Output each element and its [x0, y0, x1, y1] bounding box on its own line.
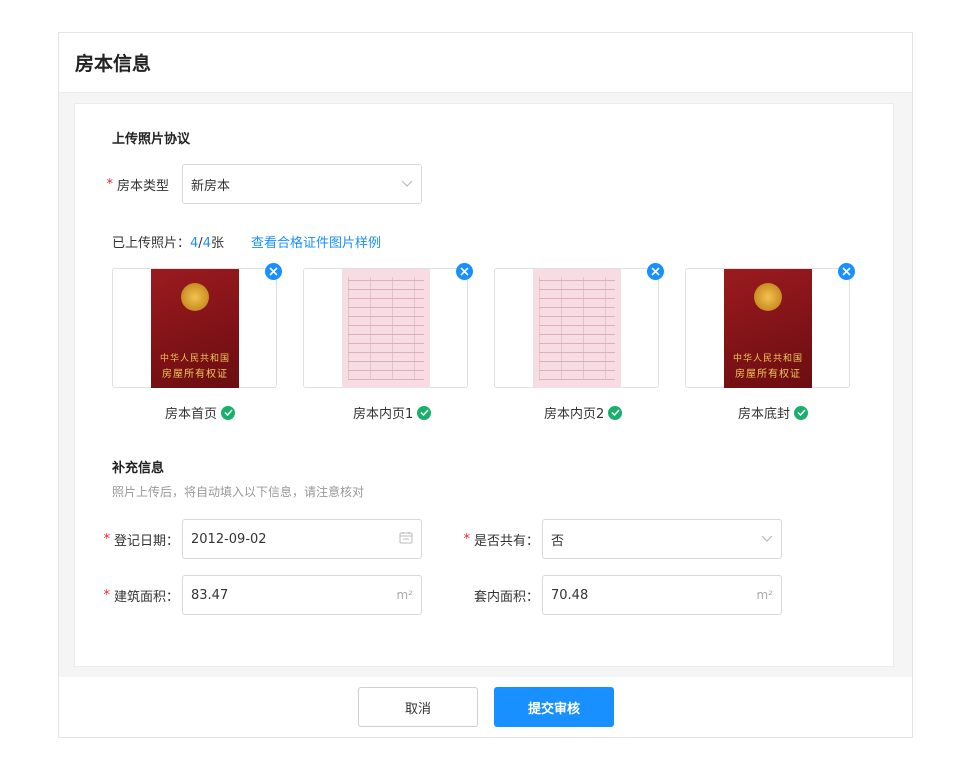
check-circle-icon — [417, 405, 432, 420]
emblem-icon — [181, 283, 209, 311]
cover-line1: 中华人民共和国 — [732, 354, 803, 364]
close-icon[interactable] — [265, 263, 282, 280]
inner-page-image — [533, 269, 621, 388]
caption-text: 房本首页 — [165, 407, 218, 422]
emblem-icon — [754, 283, 782, 311]
build-area-label: * 建筑面积： — [85, 575, 179, 615]
photo-card-back[interactable]: 中华人民共和国 房屋所有权证 — [685, 263, 855, 388]
caption-text: 房本底封 — [738, 407, 791, 422]
uploaded-status: 已上传照片：4/4张 — [112, 232, 224, 251]
reg-date-value: 2012-09-02 — [191, 531, 267, 547]
panel-header: 房本信息 — [59, 33, 912, 93]
photo-caption: 房本内页1 — [353, 403, 432, 422]
cancel-button[interactable]: 取消 — [358, 687, 478, 727]
house-info-panel: 房本信息 上传照片协议 * 房本类型 新房本 已上传照片：4/4张 查看合格证件… — [58, 32, 913, 738]
close-icon[interactable] — [647, 263, 664, 280]
submit-button[interactable]: 提交审核 — [494, 687, 614, 727]
photo-card-cover[interactable]: 中华人民共和国 房屋所有权证 — [112, 263, 282, 388]
unit-suffix: m² — [396, 588, 414, 602]
build-area-value: 83.47 — [191, 587, 229, 603]
photo-caption: 房本底封 — [738, 403, 809, 422]
house-type-label: * 房本类型 — [95, 164, 169, 204]
required-mark: * — [103, 531, 110, 547]
shared-label: * 是否共有： — [445, 519, 539, 559]
upload-section-title: 上传照片协议 — [112, 132, 191, 147]
unit-suffix: m² — [756, 588, 774, 602]
required-mark: * — [106, 176, 113, 192]
shared-select[interactable]: 否 — [542, 519, 782, 559]
close-icon[interactable] — [838, 263, 855, 280]
check-circle-icon — [608, 405, 623, 420]
calendar-icon — [399, 531, 413, 548]
uploaded-prefix: 已上传照片： — [112, 236, 191, 251]
inner-area-input[interactable]: 70.48 m² — [542, 575, 782, 615]
inner-area-value: 70.48 — [551, 587, 589, 603]
panel-footer: 取消 提交审核 — [59, 677, 912, 737]
close-icon[interactable] — [456, 263, 473, 280]
inner-area-label: 套内面积： — [445, 575, 539, 615]
photo-caption: 房本内页2 — [544, 403, 623, 422]
shared-value: 否 — [551, 533, 565, 549]
reg-date-input[interactable]: 2012-09-02 — [182, 519, 422, 559]
photo-card-inner2[interactable] — [494, 263, 664, 388]
check-circle-icon — [794, 405, 809, 420]
sample-link[interactable]: 查看合格证件图片样例 — [251, 232, 381, 251]
photo-card-inner1[interactable] — [303, 263, 473, 388]
required-mark: * — [463, 531, 470, 547]
supplement-hint: 照片上传后，将自动填入以下信息，请注意核对 — [112, 485, 365, 499]
build-area-input[interactable]: 83.47 m² — [182, 575, 422, 615]
reg-date-label-text: 登记日期： — [113, 533, 179, 549]
house-type-value: 新房本 — [191, 178, 231, 194]
inner-page-image — [342, 269, 430, 388]
shared-label-text: 是否共有： — [473, 533, 539, 549]
cover-line2: 房屋所有权证 — [735, 369, 801, 380]
check-circle-icon — [221, 405, 236, 420]
uploaded-total: 4 — [202, 236, 211, 251]
supplement-title: 补充信息 — [112, 461, 165, 476]
caption-text: 房本内页1 — [353, 407, 414, 422]
panel-body: 上传照片协议 * 房本类型 新房本 已上传照片：4/4张 查看合格证件图片样例 … — [59, 93, 912, 677]
form-card: 上传照片协议 * 房本类型 新房本 已上传照片：4/4张 查看合格证件图片样例 … — [74, 103, 894, 667]
back-cover-image: 中华人民共和国 房屋所有权证 — [724, 269, 812, 388]
cover-image: 中华人民共和国 房屋所有权证 — [151, 269, 239, 388]
uploaded-unit: 张 — [210, 236, 224, 251]
build-area-label-text: 建筑面积： — [113, 589, 179, 605]
inner-area-label-text: 套内面积： — [473, 589, 539, 605]
caption-text: 房本内页2 — [544, 407, 605, 422]
house-type-select[interactable]: 新房本 — [182, 164, 422, 204]
required-mark: * — [103, 587, 110, 603]
cover-line1: 中华人民共和国 — [159, 354, 230, 364]
reg-date-label: * 登记日期： — [85, 519, 179, 559]
cover-line2: 房屋所有权证 — [162, 369, 228, 380]
chevron-down-icon — [761, 532, 773, 547]
chevron-down-icon — [401, 177, 413, 192]
photo-caption: 房本首页 — [165, 403, 236, 422]
house-type-label-text: 房本类型 — [116, 178, 169, 194]
panel-title: 房本信息 — [75, 53, 152, 75]
